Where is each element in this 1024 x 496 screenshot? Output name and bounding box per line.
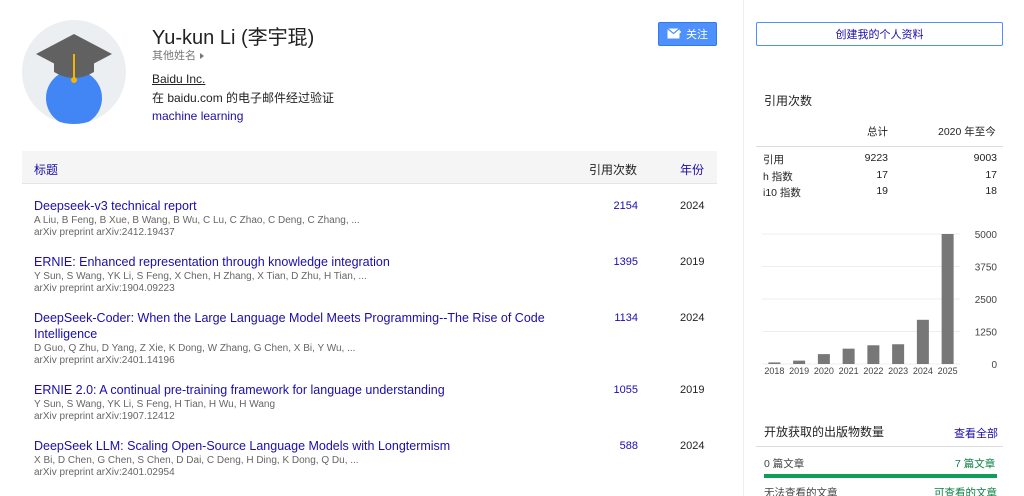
article-year: 2019 [680,384,705,396]
chart-bar[interactable] [941,234,954,364]
article-title-link[interactable]: DeepSeek-Coder: When the Large Language … [34,310,579,342]
article-title-link[interactable]: ERNIE: Enhanced representation through k… [34,254,579,270]
x-tick-label: 2018 [764,366,784,376]
profile-name: Yu-kun Li (李宇琨) [152,27,315,49]
cited-by-heading: 引用次数 [764,94,813,108]
article-title-link[interactable]: ERNIE 2.0: A continual pre-training fram… [34,382,579,398]
article-venue: arXiv preprint arXiv:1907.12412 [34,411,175,422]
y-tick-label: 2500 [975,295,998,306]
article-authors: X Bi, D Chen, G Chen, S Chen, D Dai, C D… [34,455,359,466]
y-tick-label: 5000 [975,230,998,241]
verified-email: 在 baidu.com 的电子邮件经过验证 [152,91,335,105]
affiliation-text: Baidu Inc [152,72,203,86]
article-venue: arXiv preprint arXiv:1904.09223 [34,283,175,294]
chart-bar[interactable] [768,362,781,364]
table-row: DeepSeek-Coder: When the Large Language … [34,310,717,367]
column-divider [743,0,744,496]
sort-by-cited[interactable]: 引用次数 [589,161,637,178]
available-label: 可查看的文章 [934,487,997,496]
create-profile-button[interactable]: 创建我的个人资料 [756,22,1003,46]
article-year: 2024 [680,200,705,212]
metric-total: 9223 [864,152,888,164]
table-row: DeepSeek LLM: Scaling Open-Source Langua… [34,438,717,479]
article-year: 2019 [680,256,705,268]
x-tick-label: 2020 [814,366,834,376]
article-authors: D Guo, Q Zhu, D Yang, Z Xie, K Dong, W Z… [34,343,356,354]
chart-bar[interactable] [916,319,929,364]
metric-row-citations: 引用 9223 9003 [763,152,999,166]
article-year: 2024 [680,440,705,452]
x-tick-label: 2019 [789,366,809,376]
article-authors: A Liu, B Feng, B Xue, B Wang, B Wu, C Lu… [34,215,360,226]
metric-label[interactable]: i10 指数 [763,185,801,200]
articles-table-header: 标题 引用次数 年份 [22,151,717,184]
other-names-toggle[interactable]: 其他姓名 [152,47,204,63]
sort-by-title[interactable]: 标题 [34,161,58,178]
article-venue: arXiv preprint arXiv:2401.02954 [34,467,175,478]
metrics-divider [756,146,1003,147]
avatar [22,20,126,124]
metric-since: 9003 [973,152,997,164]
y-tick-label: 3750 [975,263,998,274]
article-authors: Y Sun, S Wang, YK Li, S Feng, X Chen, H … [34,271,367,282]
article-venue: arXiv preprint arXiv:2412.19437 [34,227,175,238]
y-tick-label: 1250 [975,328,998,339]
x-tick-label: 2024 [913,366,933,376]
citations-per-year-chart: 0 1250 2500 3750 5000 2018 2019 2020 2021 2022 202… [756,226,1004,382]
metrics-col-since: 2020 年至今 [938,126,996,138]
citations-bar-chart-svg: 0 1250 2500 3750 5000 2018 2019 2020 2021 2022 202… [762,230,998,376]
y-tick-label: 0 [991,360,997,371]
x-tick-label: 2022 [863,366,883,376]
open-access-divider [756,446,1003,447]
article-cited-link[interactable]: 1134 [606,312,638,324]
metric-total: 19 [876,185,888,197]
follow-button-label: 关注 [686,29,708,41]
email-follow-icon [667,28,681,39]
affiliation-suffix: . [202,72,206,86]
metric-row-h-index: h 指数 17 17 [763,169,999,183]
metric-since: 18 [985,185,997,197]
table-row: Deepseek-v3 technical report A Liu, B Fe… [34,198,717,239]
availability-bar [764,474,997,478]
other-names-label: 其他姓名 [152,50,196,62]
chart-bar[interactable] [867,345,880,364]
interest-link[interactable]: machine learning [152,109,243,123]
metric-label[interactable]: h 指数 [763,169,793,184]
unavailable-label: 无法查看的文章 [764,487,838,496]
open-access-heading: 开放获取的出版物数量 [764,425,885,439]
x-tick-label: 2021 [839,366,859,376]
metric-since: 17 [985,169,997,181]
chart-bar[interactable] [892,344,905,364]
chart-bar[interactable] [817,354,830,364]
metric-total: 17 [876,169,888,181]
unavailable-count: 0 篇文章 [764,458,805,470]
article-cited-link[interactable]: 1395 [606,256,638,268]
chart-bar[interactable] [842,348,855,364]
metric-row-i10-index: i10 指数 19 18 [763,185,999,199]
sort-by-year[interactable]: 年份 [680,161,704,178]
follow-button[interactable]: 关注 [658,22,717,46]
article-title-link[interactable]: Deepseek-v3 technical report [34,198,579,214]
view-all-link[interactable]: 查看全部 [954,425,998,441]
article-cited-link[interactable]: 588 [606,440,638,452]
x-tick-label: 2023 [888,366,908,376]
table-row: ERNIE: Enhanced representation through k… [34,254,717,295]
article-title-link[interactable]: DeepSeek LLM: Scaling Open-Source Langua… [34,438,579,454]
x-tick-label: 2025 [938,366,958,376]
article-year: 2024 [680,312,705,324]
article-authors: Y Sun, S Wang, YK Li, S Feng, H Tian, H … [34,399,276,410]
scholar-avatar-icon [36,34,112,124]
chart-bar[interactable] [793,360,806,364]
article-cited-link[interactable]: 2154 [606,200,638,212]
article-venue: arXiv preprint arXiv:2401.14196 [34,355,175,366]
table-row: ERNIE 2.0: A continual pre-training fram… [34,382,717,423]
metrics-col-total: 总计 [867,126,888,138]
metric-label[interactable]: 引用 [763,152,784,167]
article-cited-link[interactable]: 1055 [606,384,638,396]
caret-right-icon [200,53,204,59]
affiliation-link[interactable]: Baidu Inc. [152,72,205,86]
available-count[interactable]: 7 篇文章 [955,456,995,471]
